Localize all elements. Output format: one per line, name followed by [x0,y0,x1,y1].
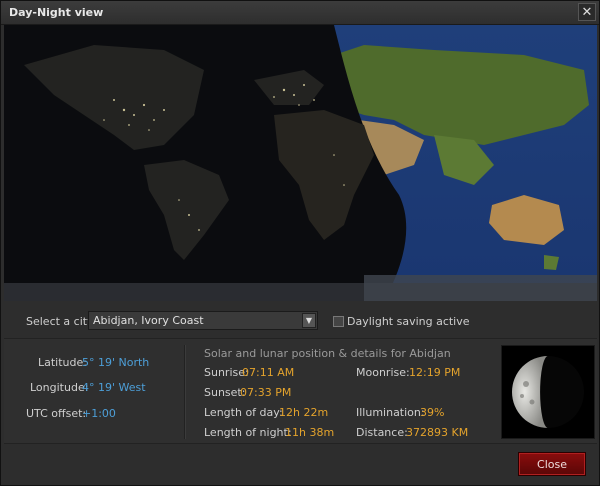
city-label: Select a city: [26,315,97,328]
footer: Close [4,444,597,484]
day-night-map-graphic [4,25,597,301]
utc-offset-label: UTC offset: [26,407,87,420]
moon-icon [512,356,584,428]
dst-checkbox[interactable] [333,316,344,327]
night-length-label: Length of night: [204,426,292,439]
close-button[interactable]: Close [518,452,586,476]
details-title: Solar and lunar position & details for A… [204,347,451,360]
city-controls: Select a city: Abidjan, Ivory Coast ▼ Da… [4,304,597,336]
city-select[interactable]: Abidjan, Ivory Coast ▼ [88,311,318,330]
moonrise-label: Moonrise: [356,366,410,379]
latitude-value: 5° 19' North [82,356,150,369]
title-bar: Day-Night view ✕ [1,1,599,25]
close-icon[interactable]: ✕ [578,3,596,21]
sunrise-value: 07:11 AM [242,366,295,379]
utc-offset-value: +1:00 [82,407,116,420]
dst-label: Daylight saving active [347,315,470,328]
illumination-label: Illumination: [356,406,425,419]
longitude-label: Longitude: [30,381,89,394]
chevron-down-icon[interactable]: ▼ [302,313,316,328]
world-map [4,25,597,301]
info-panel: Latitude: 5° 19' North Longitude: 4° 19'… [4,338,597,444]
city-select-value: Abidjan, Ivory Coast [93,314,204,327]
distance-value: 372893 KM [406,426,469,439]
moon-phase-image [501,345,595,439]
distance-label: Distance: [356,426,408,439]
longitude-value: 4° 19' West [82,381,146,394]
day-night-window: Day-Night view ✕ Select a city: Abidjan,… [0,0,600,486]
day-length-label: Length of day: [204,406,283,419]
night-length-value: 11h 38m [285,426,335,439]
day-length-value: 12h 22m [279,406,329,419]
moonrise-value: 12:19 PM [409,366,461,379]
illumination-value: 39% [420,406,445,419]
divider [184,345,186,439]
window-title: Day-Night view [9,6,104,19]
latitude-label: Latitude: [38,356,87,369]
sunset-value: 07:33 PM [240,386,292,399]
